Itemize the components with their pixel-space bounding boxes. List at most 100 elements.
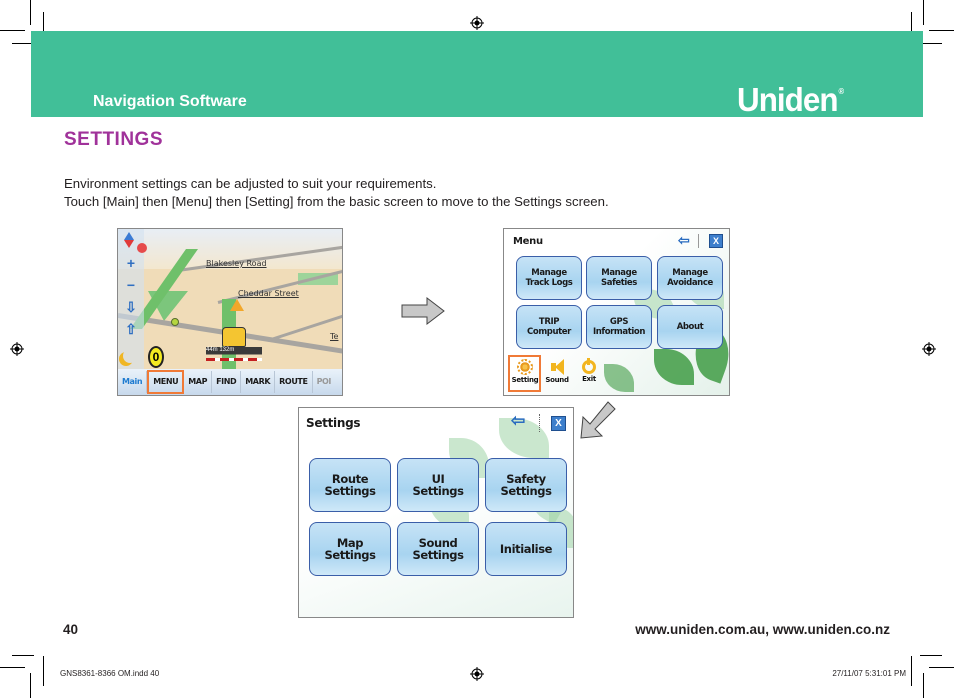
manage-safeties-button[interactable]: Manage Safeties [586, 256, 652, 300]
section-label: Navigation Software [93, 93, 247, 110]
button-line: Settings [412, 548, 464, 562]
arrow-right-icon [401, 297, 445, 325]
safety-settings-button[interactable]: Safety Settings [485, 458, 567, 512]
page-number: 40 [63, 622, 79, 637]
toolbar-map-button[interactable]: MAP [184, 371, 213, 393]
button-line: Safeties [601, 278, 637, 288]
map-toolbar: Main MENU MAP FIND MARK ROUTE POI [118, 369, 342, 395]
website-links[interactable]: www.uniden.com.au, www.uniden.co.nz [635, 622, 890, 637]
sound-settings-button[interactable]: Sound Settings [397, 522, 479, 576]
icon-label: Exit [582, 375, 596, 383]
menu-screenshot: Menu ⇦ X Manage Track Logs Manage Safeties… [503, 228, 730, 396]
crop-mark [30, 673, 31, 698]
crop-mark [43, 656, 44, 686]
back-icon[interactable]: ⇦ [678, 232, 690, 249]
icon-label: Setting [511, 376, 539, 384]
speed-indicator: 0 [148, 346, 164, 368]
about-button[interactable]: About [657, 305, 723, 349]
street-label: Blakesley Road [206, 259, 267, 268]
brand-name: Uniden [737, 81, 838, 118]
registration-mark-icon [470, 667, 484, 681]
leaf-decoration [654, 349, 694, 385]
street-label: Te [330, 332, 339, 341]
trip-computer-button[interactable]: TRIP Computer [516, 305, 582, 349]
slug-timestamp: 27/11/07 5:31:01 PM [832, 669, 906, 678]
crop-mark [920, 655, 942, 656]
icon-label: Sound [545, 376, 569, 384]
button-line: Settings [500, 484, 552, 498]
zoom-in-icon[interactable]: + [123, 256, 139, 270]
button-line: Settings [324, 548, 376, 562]
button-line: Track Logs [525, 278, 573, 288]
toolbar-route-button[interactable]: ROUTE [275, 371, 313, 393]
crop-mark [929, 30, 954, 31]
manage-avoidance-button[interactable]: Manage Avoidance [657, 256, 723, 300]
header-band: Navigation Software Uniden® [31, 31, 923, 118]
map-screenshot: Blakesley Road Cheddar Street Te 44m 132… [117, 228, 343, 396]
zoom-out-icon[interactable]: − [123, 278, 139, 292]
crop-mark [0, 30, 25, 31]
setting-button[interactable]: Setting [510, 359, 540, 384]
button-line: TRIP [538, 317, 560, 327]
screen-title: Menu [513, 236, 543, 247]
button-line: Avoidance [667, 278, 713, 288]
toolbar-menu-button[interactable]: MENU [147, 370, 185, 394]
initialise-button[interactable]: Initialise [485, 522, 567, 576]
button-line: GPS [609, 317, 629, 327]
waypoint-icon [171, 318, 179, 326]
crop-mark [0, 667, 25, 668]
button-line: Settings [412, 484, 464, 498]
close-icon[interactable]: X [551, 416, 566, 431]
exit-button[interactable]: Exit [577, 358, 601, 383]
map-settings-button[interactable]: Map Settings [309, 522, 391, 576]
crop-mark [920, 43, 942, 44]
toolbar-find-button[interactable]: FIND [212, 371, 242, 393]
screen-title: Settings [306, 416, 361, 430]
tilt-down-icon[interactable]: ⇩ [123, 300, 139, 314]
button-line: About [676, 322, 704, 332]
crop-mark [923, 0, 924, 25]
body-text: Environment settings can be adjusted to … [64, 175, 609, 211]
gear-icon [517, 359, 533, 375]
toolbar-poi-button[interactable]: POI [313, 371, 335, 393]
divider [698, 234, 699, 248]
speaker-icon [549, 359, 565, 375]
sound-button[interactable]: Sound [543, 359, 571, 384]
warning-icon [230, 299, 244, 311]
gps-status-icon [137, 243, 147, 253]
street-label: Cheddar Street [238, 289, 299, 298]
button-line: Computer [527, 327, 571, 337]
night-mode-icon[interactable] [123, 349, 137, 363]
button-line: Settings [324, 484, 376, 498]
button-line: Manage [672, 268, 708, 278]
registration-mark-icon [10, 342, 24, 356]
button-line: Manage [531, 268, 567, 278]
ui-settings-button[interactable]: UI Settings [397, 458, 479, 512]
crop-mark [12, 655, 34, 656]
manage-track-logs-button[interactable]: Manage Track Logs [516, 256, 582, 300]
slug-filename: GNS8361-8366 OM.indd 40 [60, 669, 160, 678]
tilt-up-icon[interactable]: ⇧ [123, 322, 139, 336]
close-icon[interactable]: X [709, 234, 723, 248]
crop-mark [30, 0, 31, 25]
button-line: Initialise [499, 542, 553, 556]
page-title: SETTINGS [64, 129, 164, 150]
compass-icon[interactable] [124, 232, 134, 248]
gps-information-button[interactable]: GPS Information [586, 305, 652, 349]
toolbar-mark-button[interactable]: MARK [241, 371, 276, 393]
settings-screenshot: Settings ⇦ X Route Settings UI Settings Sa… [298, 407, 574, 618]
scale-bar: 44m 132m [206, 347, 262, 361]
back-icon[interactable]: ⇦ [511, 411, 525, 431]
paragraph: Touch [Main] then [Menu] then [Setting] … [64, 194, 609, 209]
toolbar-main-button[interactable]: Main [118, 371, 148, 393]
scale-text: 44m 132m [206, 347, 235, 353]
registration-mark-icon [470, 16, 484, 30]
button-line: Information [592, 327, 645, 337]
route-settings-button[interactable]: Route Settings [309, 458, 391, 512]
vehicle-icon [222, 327, 246, 347]
map-controls-panel: + − ⇩ ⇧ [118, 229, 147, 369]
crop-mark [929, 667, 954, 668]
power-icon [582, 358, 596, 374]
registration-mark-icon [922, 342, 936, 356]
divider [539, 414, 540, 432]
